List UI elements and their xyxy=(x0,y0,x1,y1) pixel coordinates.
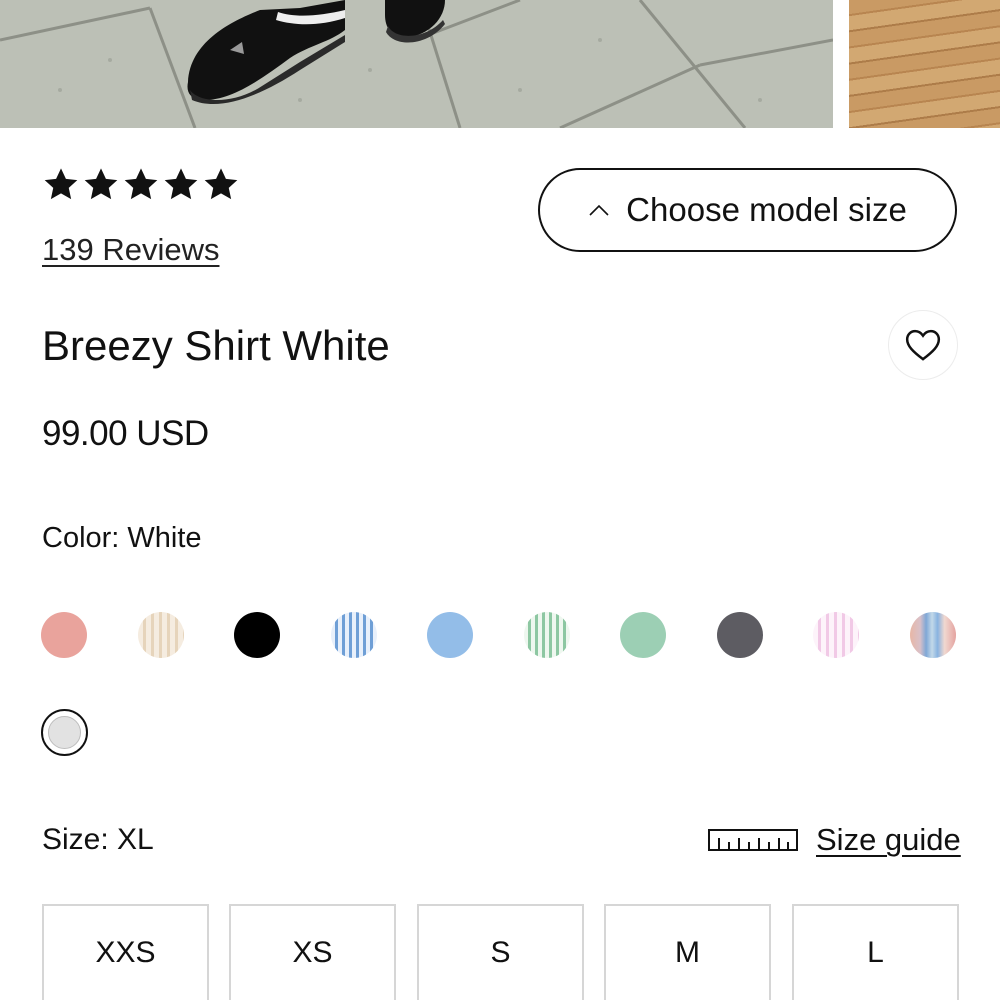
color-swatch-light-blue[interactable] xyxy=(427,612,473,658)
size-guide-label: Size guide xyxy=(816,822,961,857)
ruler-icon xyxy=(708,829,798,851)
star-icon xyxy=(204,168,238,200)
reviews-link[interactable]: 139 Reviews xyxy=(42,232,219,268)
heart-icon xyxy=(905,329,941,361)
color-swatch-multicolor-stripe[interactable] xyxy=(910,612,956,658)
choose-model-size-button[interactable]: Choose model size xyxy=(538,168,957,252)
color-swatch-pink-stripe[interactable] xyxy=(813,612,859,658)
star-icon xyxy=(44,168,78,200)
size-guide-link[interactable]: Size guide xyxy=(708,820,961,860)
color-swatch-green-stripe[interactable] xyxy=(524,612,570,658)
star-rating xyxy=(42,166,240,206)
choose-model-size-label: Choose model size xyxy=(626,191,907,228)
pavement-photo xyxy=(0,0,833,128)
color-swatch-dark-grey[interactable] xyxy=(717,612,763,658)
star-icon xyxy=(164,168,198,200)
size-option-l[interactable]: L xyxy=(792,904,959,1000)
color-swatch-blue-stripe[interactable] xyxy=(331,612,377,658)
color-swatch-white-selected[interactable] xyxy=(41,709,88,756)
color-swatch-mint-green[interactable] xyxy=(620,612,666,658)
size-option-s[interactable]: S xyxy=(417,904,584,1000)
wishlist-button[interactable] xyxy=(889,311,957,379)
color-swatch-beige-stripe[interactable] xyxy=(138,612,184,658)
product-title: Breezy Shirt White xyxy=(42,322,390,369)
product-price: 99.00 USD xyxy=(42,414,209,453)
product-image-gallery[interactable] xyxy=(0,0,1000,128)
size-options: XXS XS S M L xyxy=(42,904,960,1000)
color-swatch-coral[interactable] xyxy=(41,612,87,658)
product-photo-next[interactable] xyxy=(849,0,1000,128)
chevron-up-icon xyxy=(589,204,609,216)
size-label: Size: XL xyxy=(42,823,154,856)
product-photo-main[interactable] xyxy=(0,0,833,128)
color-swatch-black[interactable] xyxy=(234,612,280,658)
size-option-xxs[interactable]: XXS xyxy=(42,904,209,1000)
size-option-xs[interactable]: XS xyxy=(229,904,396,1000)
star-icon xyxy=(84,168,118,200)
size-option-m[interactable]: M xyxy=(604,904,771,1000)
color-label: Color: White xyxy=(42,522,202,554)
star-icon xyxy=(124,168,158,200)
product-page: 139 Reviews Choose model size Breezy Shi… xyxy=(0,0,1000,1000)
